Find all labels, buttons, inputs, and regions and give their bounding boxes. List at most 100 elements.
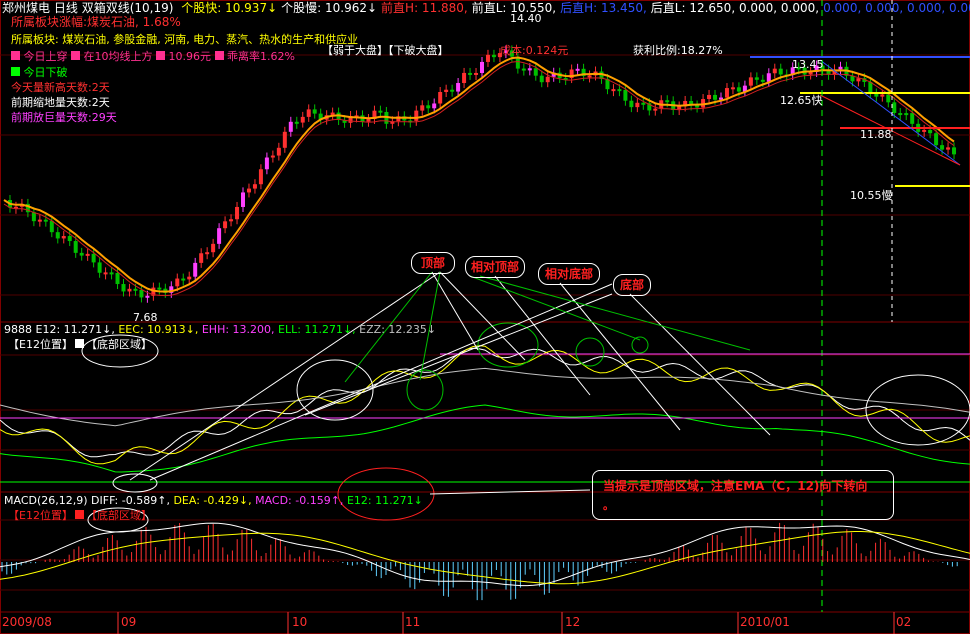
panel3-header: MACD(26,12,9) DIFF: -0.589↑, DEA: -0.429…: [4, 494, 423, 507]
candle-body: [31, 212, 36, 222]
candle-body: [760, 79, 765, 82]
annotation-pointer: [431, 271, 479, 351]
candle-body: [772, 68, 777, 74]
candle-body: [258, 169, 263, 185]
candle-body: [928, 129, 933, 134]
candle-body: [55, 232, 60, 239]
panel3-e12: E12: 11.271↓: [346, 494, 423, 507]
candle-body: [748, 77, 753, 86]
header-values: 个股快: 10.937↓ 个股慢: 10.962↓ 前直H: 11.880, 前直L:…: [177, 1, 970, 15]
header-item: 个股快: 10.937↓: [181, 1, 278, 15]
candle-body: [766, 73, 771, 82]
annotation-note-box: 当提示是顶部区域，注意EMA（C，12)向下转向 。: [592, 470, 894, 520]
panel2-legend: 【E12位置】 【底部区域】: [8, 338, 152, 351]
candle-body: [115, 272, 120, 285]
square-icon: [11, 67, 20, 76]
panel3-dea: DEA: -0.429↓,: [173, 494, 252, 507]
candle-body: [587, 75, 592, 78]
square-icon: [74, 339, 84, 348]
candle-body: [641, 102, 646, 105]
price-1265-label: 12.65快: [780, 94, 823, 107]
sector-list: 所属板块: 煤炭石油, 参股金融, 河南, 电力、蒸汽、热水的生产和供应业: [11, 33, 359, 46]
panel2-ell: ELL: 11.271↓,: [278, 323, 356, 336]
above-ma10-label: 在10均线上方: [83, 50, 153, 63]
panel2-bottom-zone: 【底部区域】: [85, 338, 152, 351]
candle-body: [856, 78, 861, 82]
panel2-ezz: EZZ: 12.235↓: [359, 323, 437, 336]
period-label[interactable]: 日线: [54, 1, 78, 15]
candle-body: [623, 89, 628, 101]
annotation-relative-top: 相对顶部: [465, 256, 525, 278]
today-up-label: 今日上穿: [23, 50, 68, 63]
panel2-e12: E12: 11.271↓,: [35, 323, 115, 336]
candle-body: [922, 129, 927, 132]
panel2-eec: EEC: 10.913↓,: [118, 323, 199, 336]
square-icon: [71, 51, 80, 60]
candle-body: [235, 206, 240, 220]
candle-body: [37, 219, 42, 222]
square-icon: [74, 510, 84, 519]
annotation-bottom: 底部: [613, 274, 651, 296]
candle-body: [270, 155, 275, 158]
candle-body: [378, 110, 383, 113]
signal-row-2: 今日下破: [11, 66, 68, 79]
candle-body: [276, 147, 281, 156]
candle-body: [193, 262, 198, 277]
annotation-pointer: [494, 275, 591, 396]
annotation-pointer: [149, 283, 613, 481]
candle-body: [485, 54, 490, 62]
cost-label: 成本:0.124元: [500, 44, 569, 57]
stock-name[interactable]: 郑州煤电: [2, 1, 50, 15]
candle-body: [121, 284, 126, 292]
stock-chart-window: 郑州煤电 日线 双箱双线(10,19) 个股快: 10.937↓ 个股慢: 10.…: [0, 0, 970, 634]
price-1055-label: 10.55慢: [850, 189, 893, 202]
candle-body: [61, 236, 66, 239]
panel2-ehh: EHH: 13.200,: [201, 323, 275, 336]
candle-body: [199, 253, 204, 263]
xaxis-label-feb: 02: [896, 615, 912, 629]
xaxis-label-oct: 10: [292, 615, 308, 629]
candle-body: [910, 113, 915, 124]
candle-body: [629, 100, 634, 108]
market-compare-buttons[interactable]: 【弱于大盘】【下破大盘】: [322, 44, 449, 57]
candle-body: [521, 68, 526, 71]
candle-body: [211, 243, 216, 253]
candle-body: [139, 289, 144, 298]
candle-body: [611, 89, 616, 92]
candle-body: [264, 157, 269, 170]
candle-body: [294, 121, 299, 124]
price-1188-label: 11.88: [860, 128, 892, 141]
annotation-note: 当提示是顶部区域，注意EMA（C，12)向下转向: [603, 479, 868, 493]
candle-body: [653, 108, 658, 111]
candle-body: [43, 219, 48, 222]
candle-body: [491, 54, 496, 58]
header-item: 个股慢: 10.962↓: [281, 1, 378, 15]
panel3-title[interactable]: MACD(26,12,9): [4, 494, 88, 507]
annotation-top: 顶部: [411, 252, 455, 274]
header-item: 前直H: 11.880,: [381, 1, 468, 15]
price-high-label: 14.40: [510, 12, 542, 25]
big-vol-days: 前期放巨量天数:29天: [11, 111, 117, 124]
panel2-title[interactable]: 9888: [4, 323, 32, 336]
candle-body: [904, 113, 909, 116]
header-item: 0.000, 0.000, 0.000, 0.000: [823, 1, 970, 15]
candle-body: [707, 94, 712, 100]
candle-body: [617, 89, 622, 92]
candle-body: [713, 94, 718, 100]
annotation-pointer: [559, 282, 681, 431]
candle-body: [952, 147, 957, 155]
xaxis-label-jan: 2010/01: [740, 615, 790, 629]
header-item: 后直H: 13.450,: [560, 1, 647, 15]
candle-body: [736, 87, 741, 92]
panel2-ell-line: [0, 404, 970, 473]
candle-body: [545, 76, 550, 83]
candle-body: [181, 278, 186, 281]
candle-body: [462, 72, 467, 84]
xaxis-label-nov: 11: [405, 615, 421, 629]
profit-ratio: 获利比例:18.27%: [633, 44, 723, 57]
candle-body: [282, 131, 287, 148]
candle-body: [103, 272, 108, 275]
annotation-pointer: [129, 271, 441, 481]
candle-body: [91, 253, 96, 263]
candle-body: [187, 276, 192, 280]
